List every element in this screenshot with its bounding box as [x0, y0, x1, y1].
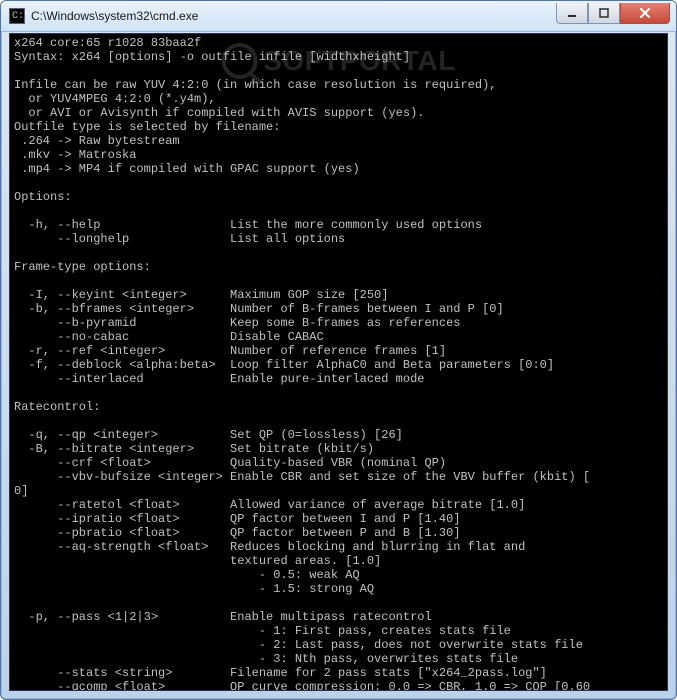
cmd-app-icon: C:\ — [9, 8, 25, 24]
maximize-icon — [599, 8, 609, 18]
window-buttons — [556, 3, 670, 24]
terminal-client-area[interactable]: x264 core:65 r1028 83baa2f Syntax: x264 … — [9, 33, 668, 691]
close-button[interactable] — [620, 3, 670, 24]
titlebar[interactable]: C:\ C:\Windows\system32\cmd.exe — [1, 1, 676, 32]
window-title: C:\Windows\system32\cmd.exe — [31, 9, 198, 23]
terminal-output: x264 core:65 r1028 83baa2f Syntax: x264 … — [10, 34, 667, 691]
cmd-window: C:\ C:\Windows\system32\cmd.exe x264 cor… — [0, 0, 677, 700]
maximize-button[interactable] — [588, 3, 620, 24]
minimize-icon — [567, 8, 577, 18]
minimize-button[interactable] — [556, 3, 588, 24]
close-icon — [639, 8, 651, 18]
